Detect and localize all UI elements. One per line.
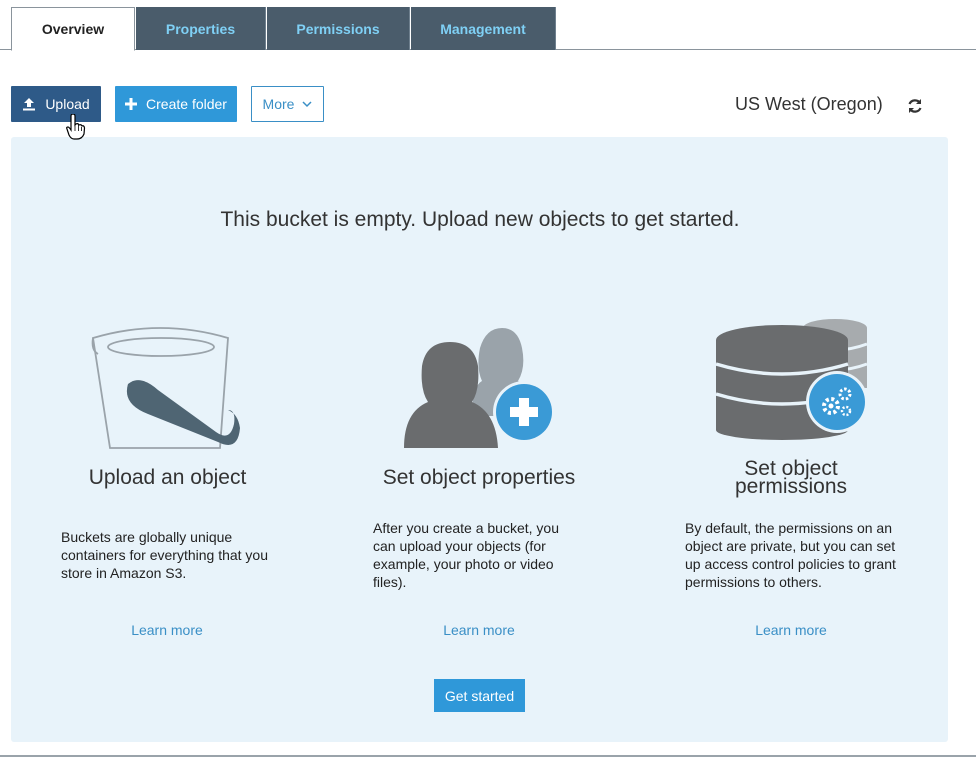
tab-bar: Overview Properties Permissions Manageme… xyxy=(0,0,976,51)
tab-management[interactable]: Management xyxy=(411,7,556,50)
col-upload-description: Buckets are globally unique containers f… xyxy=(61,529,269,581)
more-label: More xyxy=(262,96,295,112)
users-add-icon xyxy=(402,326,557,455)
col-properties-title: Set object properties xyxy=(382,466,576,489)
col-permissions-title: Set object permissions xyxy=(734,457,848,498)
learn-more-permissions-link[interactable]: Learn more xyxy=(741,622,841,638)
empty-bucket-headline: This bucket is empty. Upload new objects… xyxy=(220,208,740,231)
refresh-icon[interactable] xyxy=(906,97,924,115)
upload-button-label: Upload xyxy=(45,96,90,112)
database-gear-icon xyxy=(715,318,870,445)
col-upload-title: Upload an object xyxy=(88,466,247,489)
learn-more-upload-link[interactable]: Learn more xyxy=(117,622,217,638)
create-folder-button[interactable]: Create folder xyxy=(115,86,237,122)
chevron-down-icon xyxy=(302,100,312,108)
col-permissions-description: By default, the permissions on an object… xyxy=(685,520,896,590)
hand-cursor-icon xyxy=(66,113,86,140)
col-properties-description: After you create a bucket, you can uploa… xyxy=(373,520,559,590)
get-started-button[interactable]: Get started xyxy=(434,679,525,712)
tab-overview[interactable]: Overview xyxy=(11,7,135,51)
upload-icon xyxy=(22,97,36,111)
tab-properties[interactable]: Properties xyxy=(136,7,266,50)
learn-more-properties-link[interactable]: Learn more xyxy=(429,622,529,638)
bucket-icon xyxy=(88,324,248,455)
region-label: US West (Oregon) xyxy=(735,94,883,114)
more-dropdown-button[interactable]: More xyxy=(251,86,324,122)
upload-button[interactable]: Upload xyxy=(11,86,101,122)
tab-permissions[interactable]: Permissions xyxy=(267,7,410,50)
create-folder-label: Create folder xyxy=(146,96,227,112)
plus-icon xyxy=(125,98,138,110)
